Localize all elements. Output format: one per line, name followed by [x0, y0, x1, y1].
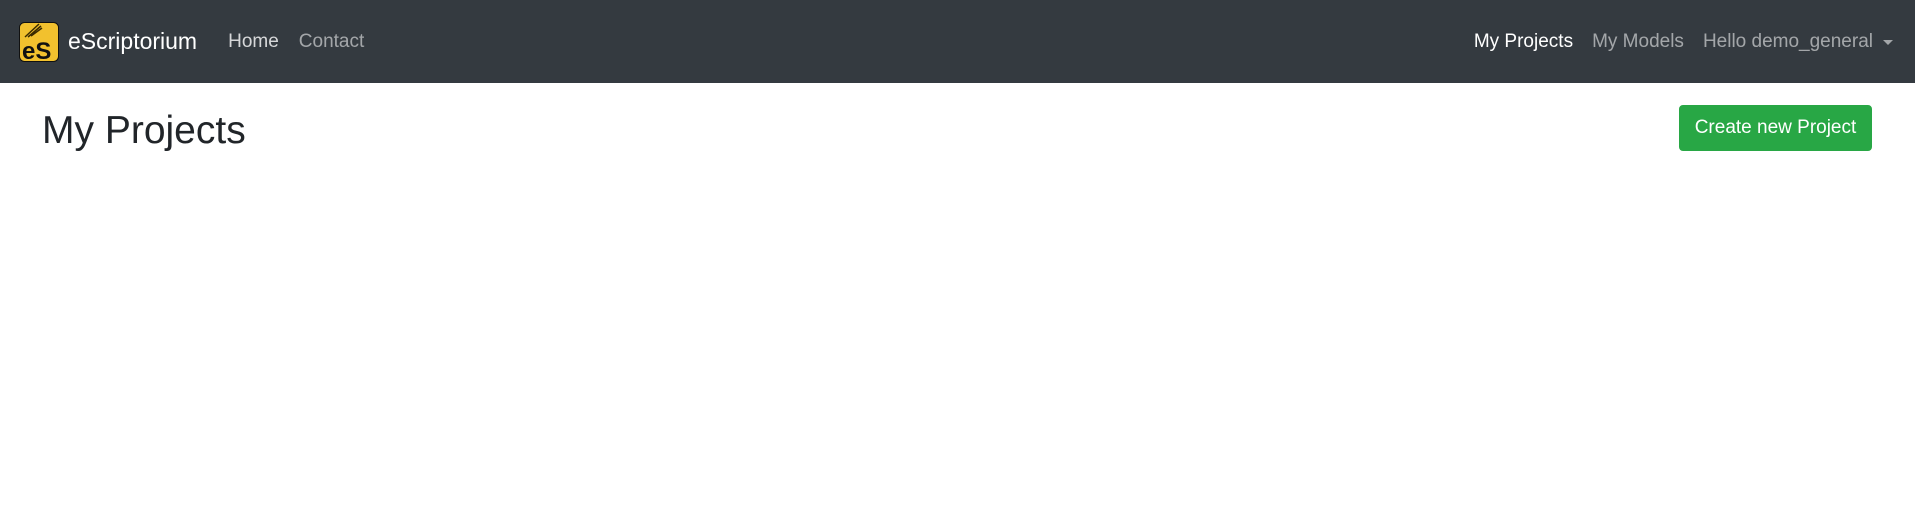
caret-down-icon	[1883, 39, 1893, 45]
nav-link-my-projects[interactable]: My Projects	[1474, 32, 1573, 51]
nav-link-my-models[interactable]: My Models	[1592, 32, 1684, 51]
svg-text:eS: eS	[22, 38, 51, 62]
user-menu-dropdown[interactable]: Hello demo_general	[1703, 32, 1893, 51]
brand-link[interactable]: eS eScriptorium	[19, 21, 228, 62]
nav-link-home[interactable]: Home	[228, 32, 279, 51]
page-title: My Projects	[42, 109, 246, 152]
nav-link-contact[interactable]: Contact	[299, 32, 364, 51]
navbar-left: eS eScriptorium Home Contact	[19, 21, 384, 62]
top-navbar: eS eScriptorium Home Contact My Projects…	[0, 0, 1915, 83]
navbar-right: My Projects My Models Hello demo_general	[1474, 32, 1893, 51]
create-new-project-button[interactable]: Create new Project	[1679, 105, 1872, 151]
brand-name: eScriptorium	[68, 28, 198, 54]
user-menu-label: Hello demo_general	[1702, 31, 1873, 52]
escriptorium-logo-icon: eS	[19, 21, 59, 62]
